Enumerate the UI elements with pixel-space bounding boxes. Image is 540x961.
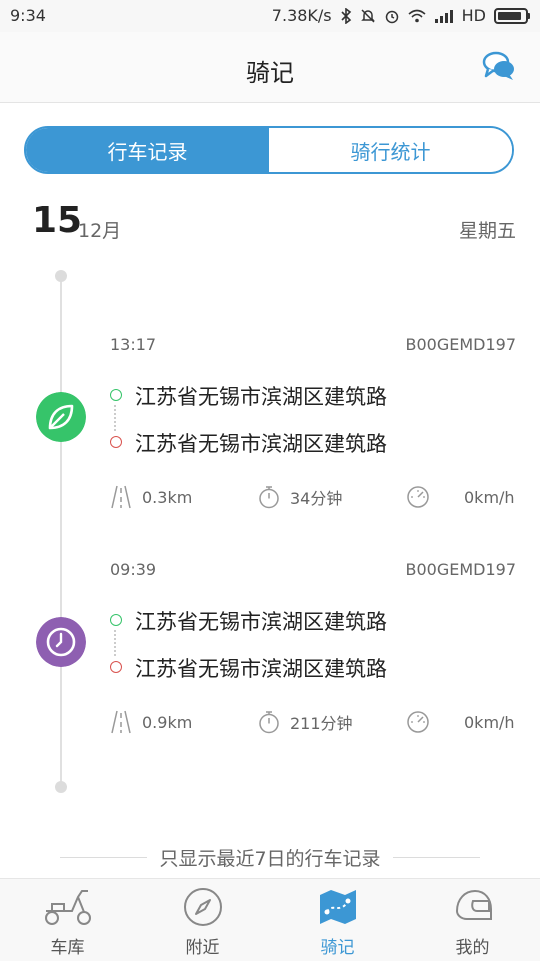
alarm-icon bbox=[385, 10, 398, 23]
signal-icon bbox=[434, 9, 453, 23]
stopwatch-icon bbox=[259, 486, 279, 509]
divider bbox=[392, 856, 480, 858]
duration-value: 211分钟 bbox=[290, 714, 353, 733]
speed-value: 0km/h bbox=[464, 487, 515, 507]
stopwatch-icon bbox=[259, 711, 279, 734]
speedometer-icon bbox=[407, 711, 429, 733]
start-point-icon bbox=[110, 614, 122, 626]
nav-label: 骑记 bbox=[320, 938, 355, 958]
view-toggle: 行车记录 骑行统计 bbox=[24, 126, 514, 174]
trip-duration: 34分钟 bbox=[258, 485, 342, 509]
nav-garage[interactable]: 车库 bbox=[0, 879, 135, 961]
timeline-start-dot bbox=[55, 270, 67, 282]
scooter-icon bbox=[44, 890, 91, 925]
nav-me[interactable]: 我的 bbox=[405, 879, 540, 961]
trip-duration: 211分钟 bbox=[258, 710, 353, 734]
status-bar: 9:34 7.38K/s HD bbox=[0, 0, 540, 32]
trip-distance: 0.3km bbox=[110, 485, 192, 509]
notifications-off-icon bbox=[360, 8, 375, 23]
speedometer-icon bbox=[407, 486, 429, 508]
trip-record[interactable]: 09:39 B00GEMD197 江苏省无锡市滨湖区建筑路 江苏省无锡市滨湖区建… bbox=[0, 560, 540, 760]
nav-label: 车库 bbox=[50, 938, 85, 958]
net-speed: 7.38K/s bbox=[271, 6, 332, 25]
trip-end-address: 江苏省无锡市滨湖区建筑路 bbox=[135, 657, 387, 681]
trip-time: 09:39 bbox=[110, 560, 157, 579]
bottom-navigation: 车库 附近 骑记 我的 bbox=[0, 878, 540, 961]
divider bbox=[60, 856, 148, 858]
nav-nearby[interactable]: 附近 bbox=[135, 879, 270, 961]
map-route-icon bbox=[319, 890, 356, 924]
app-header: 骑记 bbox=[0, 32, 540, 103]
start-point-icon bbox=[110, 389, 122, 401]
tab-trip-records[interactable]: 行车记录 bbox=[26, 128, 269, 172]
compass-icon bbox=[183, 888, 222, 926]
records-notice: 只显示最近7日的行车记录 bbox=[60, 845, 480, 870]
distance-value: 0.3km bbox=[142, 487, 193, 507]
trip-plate: B00GEMD197 bbox=[405, 560, 516, 579]
road-icon bbox=[111, 710, 131, 734]
helmet-icon bbox=[455, 889, 492, 920]
nav-label: 附近 bbox=[185, 938, 220, 958]
bluetooth-icon bbox=[341, 7, 351, 24]
trip-speed: 0km/h bbox=[406, 485, 515, 509]
leaf-icon bbox=[36, 392, 86, 442]
road-icon bbox=[111, 485, 131, 509]
page-title: 骑记 bbox=[246, 59, 294, 87]
trip-start-address: 江苏省无锡市滨湖区建筑路 bbox=[135, 385, 387, 409]
speed-value: 0km/h bbox=[464, 712, 515, 732]
notice-text: 只显示最近7日的行车记录 bbox=[159, 847, 381, 870]
duration-value: 34分钟 bbox=[290, 489, 343, 508]
timeline-end-dot bbox=[55, 781, 67, 793]
trip-distance: 0.9km bbox=[110, 710, 192, 734]
tab-riding-stats[interactable]: 骑行统计 bbox=[269, 128, 512, 172]
distance-value: 0.9km bbox=[142, 712, 193, 732]
nav-label: 我的 bbox=[455, 938, 490, 958]
date-month: 12月 bbox=[78, 220, 122, 242]
chat-bubbles-icon[interactable] bbox=[482, 50, 516, 84]
end-point-icon bbox=[110, 661, 122, 673]
trip-record[interactable]: 13:17 B00GEMD197 江苏省无锡市滨湖区建筑路 江苏省无锡市滨湖区建… bbox=[0, 335, 540, 535]
date-weekday: 星期五 bbox=[458, 220, 516, 242]
status-icons: 7.38K/s HD bbox=[271, 6, 530, 25]
end-point-icon bbox=[110, 436, 122, 448]
trip-speed: 0km/h bbox=[406, 710, 515, 734]
clock-icon bbox=[36, 617, 86, 667]
wifi-icon bbox=[408, 9, 426, 22]
trip-start-address: 江苏省无锡市滨湖区建筑路 bbox=[135, 610, 387, 634]
trip-end-address: 江苏省无锡市滨湖区建筑路 bbox=[135, 432, 387, 456]
date-day: 15 bbox=[32, 200, 83, 241]
trip-time: 13:17 bbox=[110, 335, 157, 354]
battery-icon bbox=[494, 7, 530, 24]
network-type: HD bbox=[461, 6, 486, 25]
route-connector bbox=[114, 630, 116, 656]
nav-ride-log[interactable]: 骑记 bbox=[270, 879, 405, 961]
route-connector bbox=[114, 405, 116, 431]
status-time: 9:34 bbox=[10, 6, 46, 25]
trip-plate: B00GEMD197 bbox=[405, 335, 516, 354]
